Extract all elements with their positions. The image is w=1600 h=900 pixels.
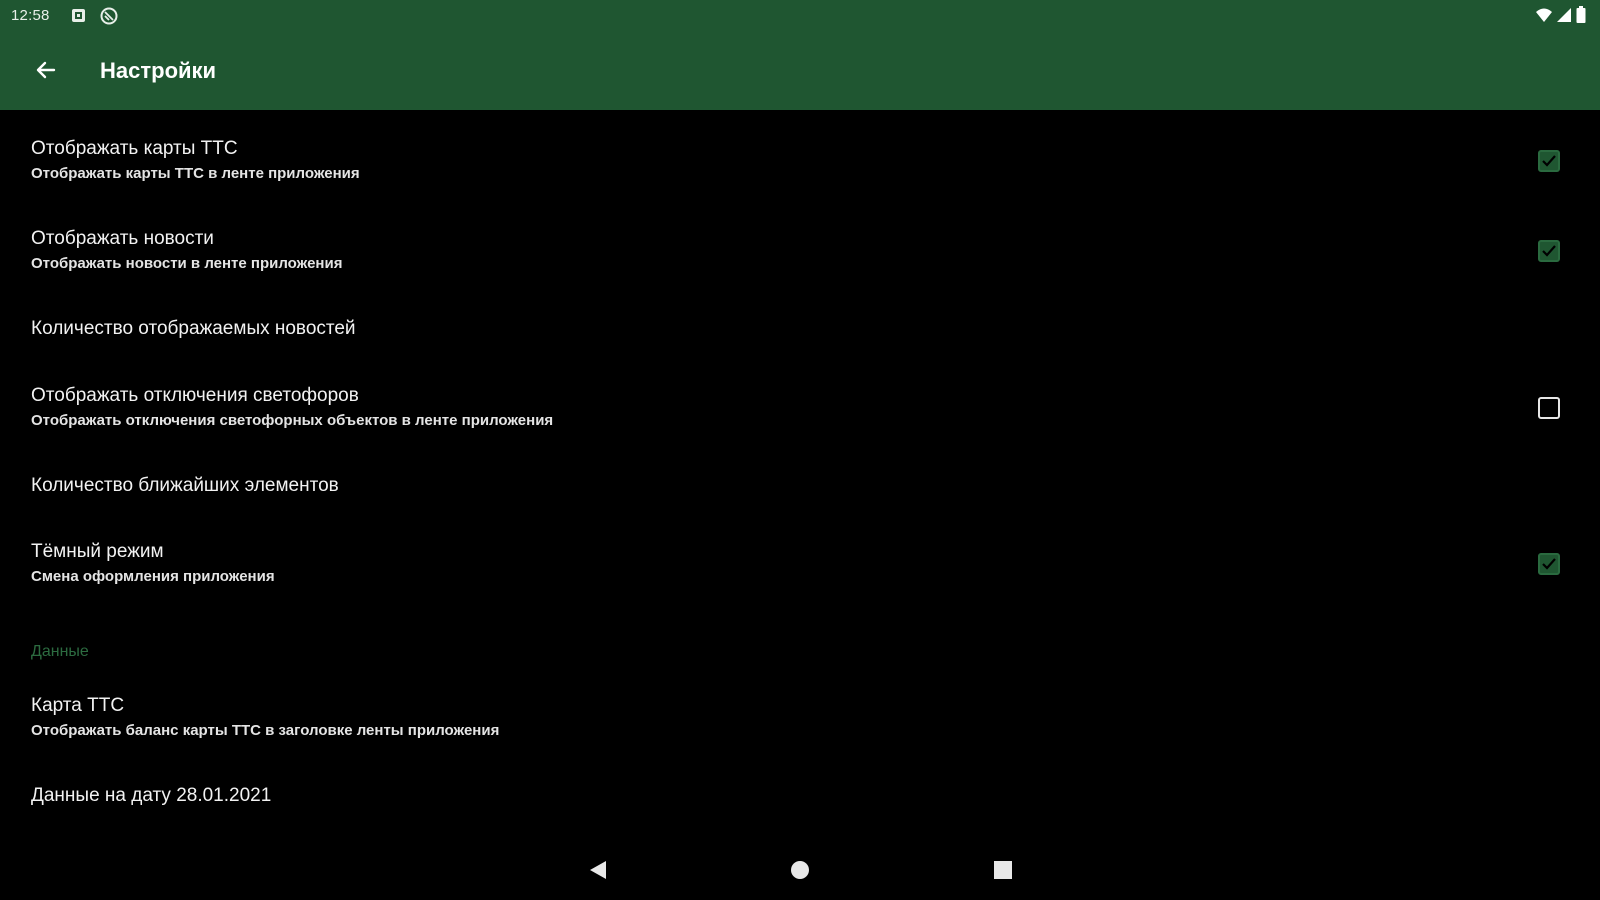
- app-bar: 12:58 Настройки: [0, 0, 1600, 110]
- check-icon: [1542, 155, 1556, 167]
- category-data: Данные: [31, 643, 89, 660]
- checkbox-dark-mode[interactable]: [1538, 553, 1560, 575]
- navigation-bar: [0, 840, 1600, 900]
- home-circle-icon: [791, 861, 809, 879]
- pref-summary: Отображать отключения светофорных объект…: [31, 412, 554, 429]
- pref-show-tts-cards[interactable]: Отображать карты ТТС Отображать карты ТТ…: [0, 130, 1600, 200]
- back-button[interactable]: [22, 48, 70, 96]
- pref-tts-card[interactable]: Карта ТТС Отображать баланс карты ТТС в …: [0, 687, 1600, 757]
- checkbox-show-traffic-light-outages[interactable]: [1538, 397, 1560, 419]
- pref-summary: Смена оформления приложения: [31, 568, 275, 585]
- pref-title: Отображать новости: [31, 228, 214, 249]
- nav-recents-button[interactable]: [983, 850, 1023, 890]
- pref-title: Количество ближайших элементов: [31, 475, 339, 496]
- back-triangle-icon: [590, 861, 606, 879]
- checkbox-show-news[interactable]: [1538, 240, 1560, 262]
- at-sign-icon: [100, 7, 118, 25]
- pref-title: Количество отображаемых новостей: [31, 318, 356, 339]
- signal-icon: [1556, 6, 1572, 24]
- pref-summary: Отображать новости в ленте приложения: [31, 255, 343, 272]
- recents-square-icon: [994, 861, 1012, 879]
- pref-title: Отображать карты ТТС: [31, 138, 238, 159]
- check-icon: [1542, 558, 1556, 570]
- pref-show-news[interactable]: Отображать новости Отображать новости в …: [0, 220, 1600, 290]
- arrow-left-icon: [34, 58, 58, 87]
- pref-title: Карта ТТС: [31, 695, 125, 716]
- nav-back-button[interactable]: [578, 850, 618, 890]
- nav-home-button[interactable]: [780, 850, 820, 890]
- pref-show-traffic-light-outages[interactable]: Отображать отключения светофоров Отображ…: [0, 377, 1600, 447]
- status-bar: 12:58: [0, 0, 1600, 32]
- pref-data-date[interactable]: Данные на дату 28.01.2021: [0, 777, 1600, 827]
- pref-title: Данные на дату 28.01.2021: [31, 785, 272, 806]
- status-time: 12:58: [11, 7, 50, 24]
- pref-summary: Отображать баланс карты ТТС в заголовке …: [31, 722, 500, 739]
- pref-summary: Отображать карты ТТС в ленте приложения: [31, 165, 360, 182]
- check-icon: [1542, 245, 1556, 257]
- battery-icon: [1576, 6, 1586, 24]
- checkbox-show-tts-cards[interactable]: [1538, 150, 1560, 172]
- pref-nearest-count[interactable]: Количество ближайших элементов: [0, 467, 1600, 517]
- wifi-icon: [1535, 6, 1553, 24]
- toolbar: Настройки: [0, 40, 1600, 110]
- pref-title: Отображать отключения светофоров: [31, 385, 359, 406]
- pref-title: Тёмный режим: [31, 541, 164, 562]
- pref-news-count[interactable]: Количество отображаемых новостей: [0, 310, 1600, 360]
- page-title: Настройки: [100, 58, 217, 83]
- pref-dark-mode[interactable]: Тёмный режим Смена оформления приложения: [0, 533, 1600, 603]
- notification-square-icon: [70, 7, 87, 24]
